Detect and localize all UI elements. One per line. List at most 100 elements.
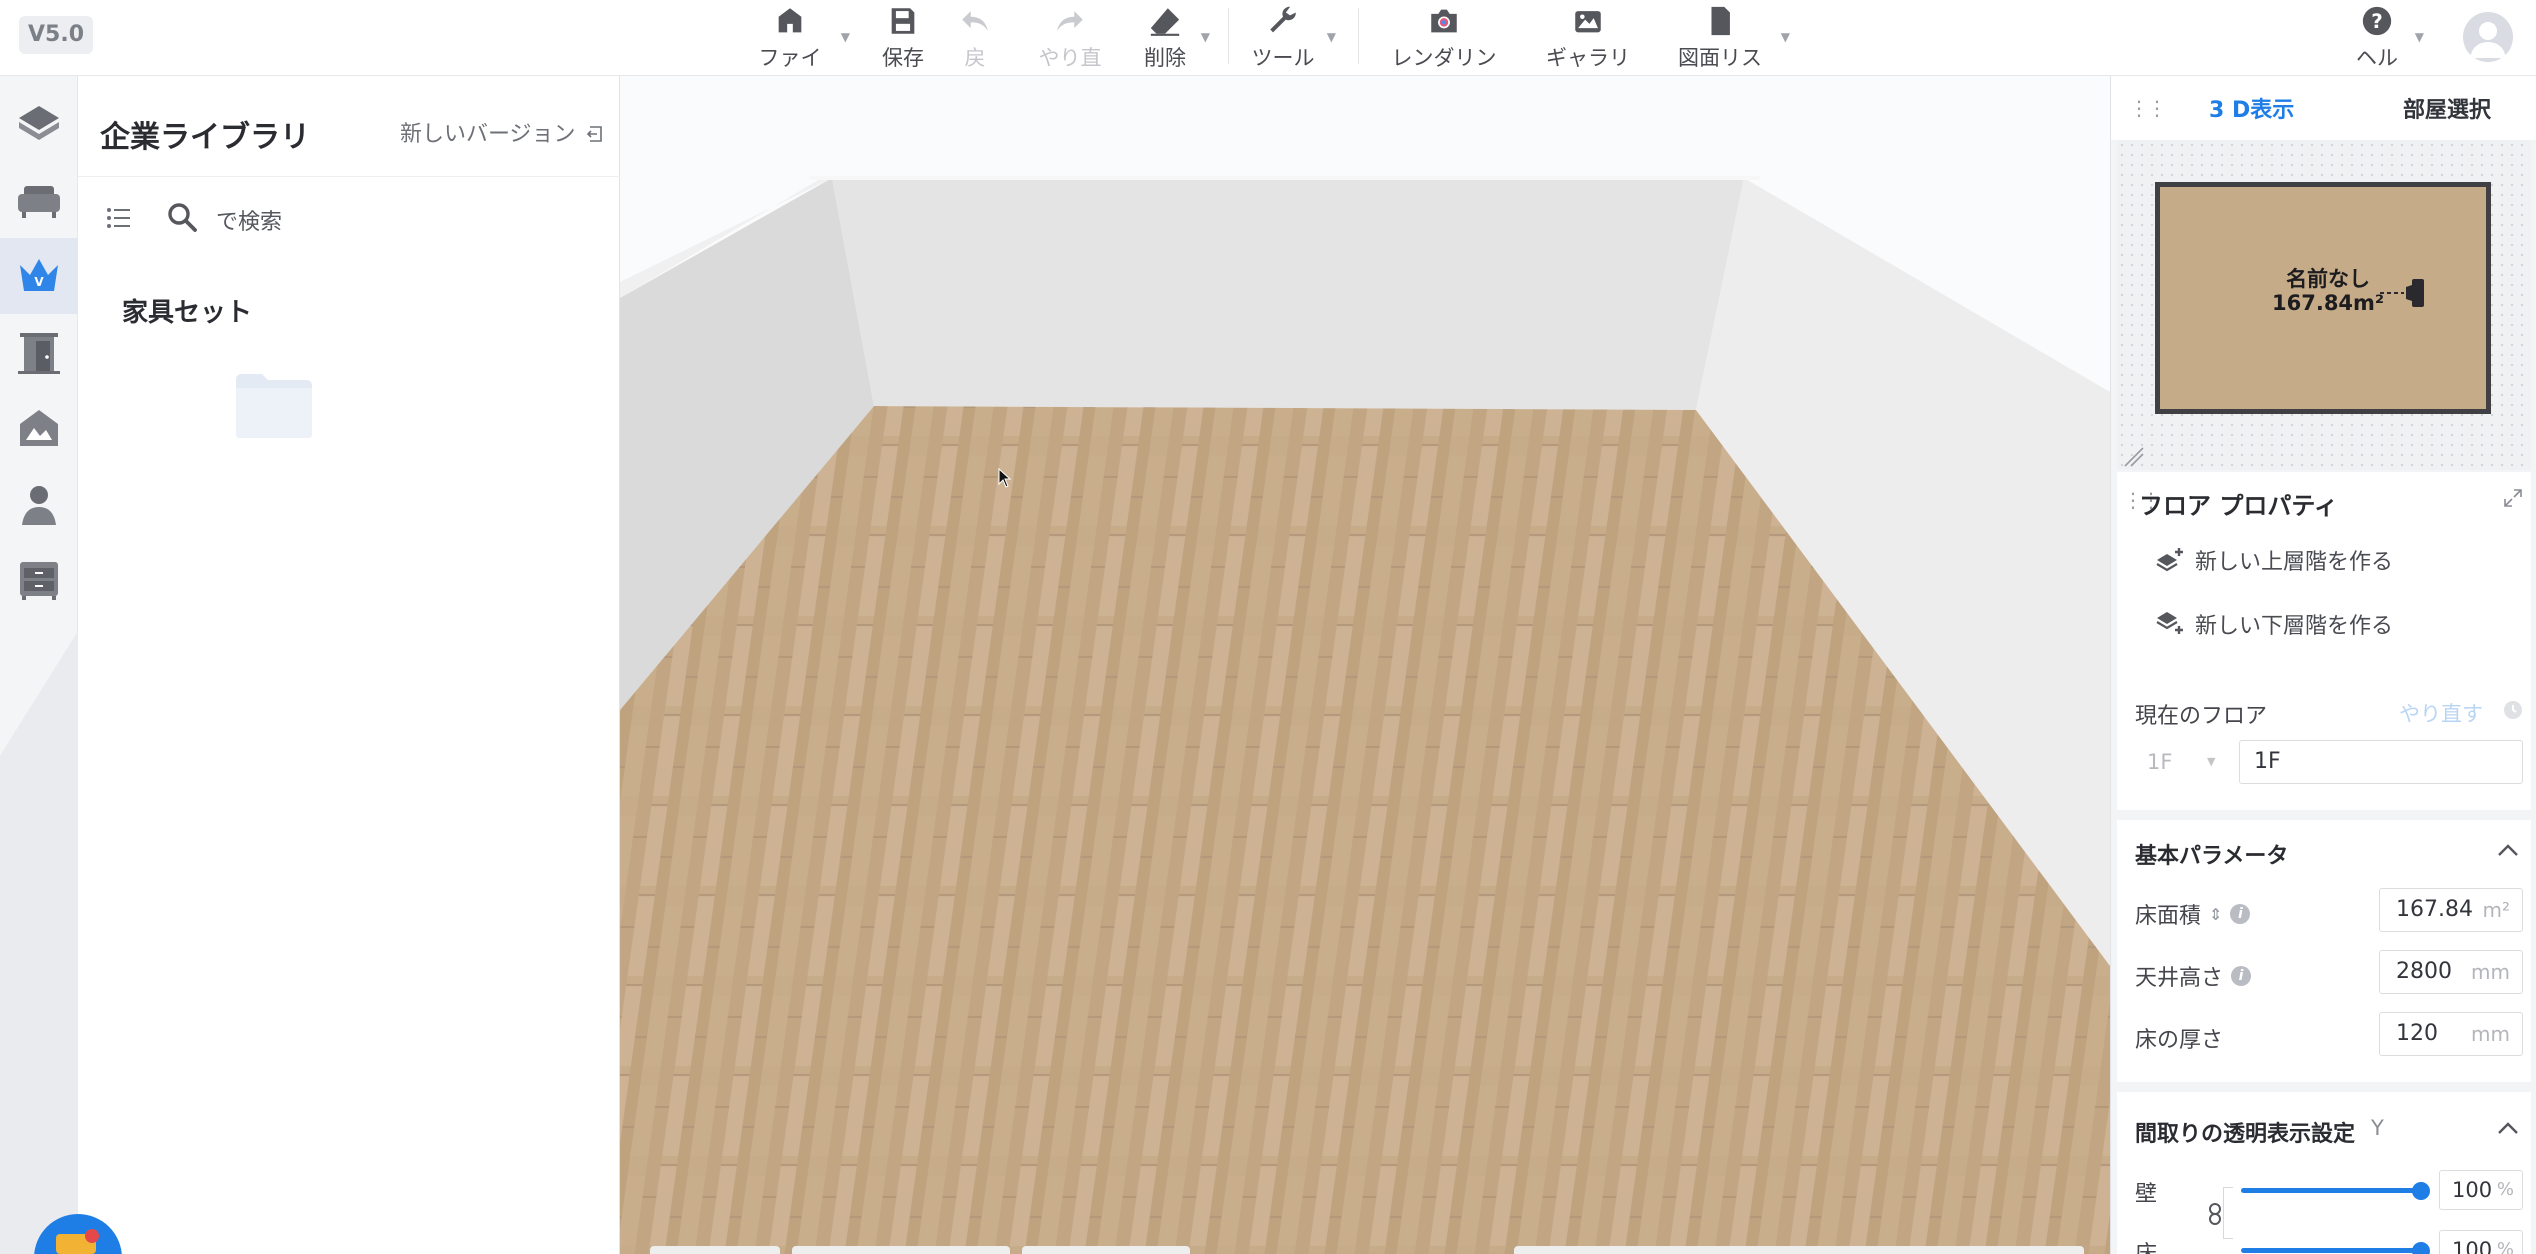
assistant-fab[interactable] [34, 1214, 122, 1254]
library-panel: 企業ライブラリ 新しいバージョン 家具セット [78, 76, 620, 1254]
person-icon [22, 486, 56, 525]
chevron-down-icon: ▼ [2414, 30, 2424, 44]
tab-room-select[interactable]: 部屋選択 [2403, 92, 2491, 124]
eraser-icon [1150, 8, 1180, 36]
avatar[interactable] [2463, 12, 2513, 62]
viewport-tab[interactable] [650, 1246, 780, 1254]
help-button[interactable]: ? ヘルプ ▼ [2350, 4, 2424, 100]
rail-item-people[interactable] [0, 466, 78, 542]
image-icon [1575, 11, 1601, 33]
sort-icon[interactable]: ⇕ [2209, 905, 2222, 924]
wrench-icon [1270, 6, 1296, 33]
info-icon[interactable]: i [2230, 904, 2251, 924]
delete-button[interactable]: 削除 ▼ [1140, 4, 1210, 72]
redo-icon [1057, 11, 1083, 31]
3d-viewport[interactable] [620, 76, 2110, 1254]
chevron-up-icon[interactable] [2497, 842, 2519, 858]
new-lower-floor-button[interactable]: 新しい下層階を作る [2153, 608, 2393, 640]
floor-opacity-slider-handle[interactable] [2412, 1242, 2430, 1254]
add-layer-up-icon [2156, 548, 2183, 572]
new-version-link[interactable]: 新しいバージョン [400, 116, 605, 148]
floor-thickness-input[interactable]: 120 mm [2379, 1012, 2523, 1056]
chevron-down-icon: ▼ [1200, 30, 1210, 44]
save-icon [891, 8, 915, 34]
search-icon [168, 203, 197, 232]
basic-params-title: 基本パラメータ [2135, 844, 2289, 869]
gallery-button[interactable]: ギャラリー [1538, 4, 1638, 100]
category-rail: V [0, 76, 78, 1254]
list-view-icon[interactable] [106, 206, 132, 230]
chevron-down-icon: ▼ [1780, 30, 1790, 44]
toolbar-divider [1228, 8, 1229, 64]
file-menu-button[interactable]: ファイル ▼ [750, 4, 850, 100]
chevron-down-icon: ▼ [2207, 755, 2216, 768]
room-shape[interactable]: 名前なし 167.84m² [2155, 182, 2491, 414]
section-furniture-sets: 家具セット [122, 298, 253, 328]
camera-marker-icon[interactable] [2380, 273, 2426, 313]
floor-opacity-slider[interactable] [2241, 1248, 2421, 1253]
ceiling-height-input[interactable]: 2800 mm [2379, 950, 2523, 994]
redo-floor-link[interactable]: やり直す [2399, 698, 2483, 728]
search-input[interactable] [216, 202, 586, 242]
right-panel: ⋮⋮ 3 D表示 部屋選択 名前なし 167.84m² ⋮⋮ フロア プロパティ… [2110, 76, 2536, 1254]
floor-select[interactable]: 1F ▼ [2135, 740, 2233, 784]
wall-opacity-slider[interactable] [2241, 1188, 2421, 1193]
rendering-button[interactable]: レンダリング [1382, 4, 1506, 100]
save-button[interactable]: 保存 [880, 4, 926, 72]
expand-icon[interactable] [2503, 488, 2523, 508]
wall-opacity-slider-handle[interactable] [2412, 1182, 2430, 1200]
toolbar-divider [1358, 8, 1359, 64]
floor-area-label: 床面積 ⇕ i [2135, 898, 2251, 930]
rail-background-fold [0, 631, 78, 1254]
tools-menu-button[interactable]: ツール ▼ [1250, 4, 1336, 72]
home-icon [778, 8, 802, 33]
floor-name-input[interactable]: 1F [2239, 740, 2523, 784]
model-icon [19, 106, 59, 140]
drawing-list-button[interactable]: 図面リスト ▼ [1670, 4, 1790, 100]
redo-button[interactable]: やり直す [1030, 4, 1110, 100]
minimap[interactable]: 名前なし 167.84m² [2117, 140, 2531, 470]
folder-icon[interactable] [234, 372, 314, 440]
rail-item-furniture[interactable] [0, 162, 78, 238]
tab-3d-view[interactable]: 3 D表示 [2209, 92, 2294, 124]
info-icon[interactable]: i [2231, 966, 2252, 986]
rail-item-cabinets[interactable] [0, 542, 78, 618]
wall-top-edge [810, 176, 1760, 180]
section-divider [2117, 810, 2531, 820]
viewport-tab[interactable] [1514, 1246, 2084, 1254]
document-icon [1711, 6, 1730, 36]
link-icon[interactable] [2207, 1202, 2223, 1226]
floor-properties-panel: ⋮⋮ フロア プロパティ 新しい上層階を作る 新しい下層階を作る 現在のフロア … [2117, 472, 2531, 1254]
door-icon [18, 333, 60, 374]
crown-icon: V [20, 259, 58, 291]
new-upper-floor-button[interactable]: 新しい上層階を作る [2153, 544, 2393, 576]
history-icon[interactable] [2503, 700, 2523, 720]
viewport-tab[interactable] [1022, 1246, 1190, 1254]
resize-handle-icon[interactable] [2123, 446, 2145, 468]
viewport-tab[interactable] [792, 1246, 1010, 1254]
room-label: 名前なし 167.84m² [2272, 267, 2385, 315]
floor-opacity-input[interactable]: 100 % [2439, 1230, 2523, 1254]
rail-item-model[interactable] [0, 86, 78, 162]
library-divider [78, 176, 620, 177]
link-bracket [2223, 1187, 2233, 1239]
rail-item-enterprise-library[interactable]: V [0, 238, 78, 314]
ceiling-height-label: 天井高さ i [2135, 960, 2252, 992]
back-wall [832, 178, 1744, 410]
floor-area-input[interactable]: 167.84 m² [2379, 888, 2523, 932]
svg-text:?: ? [2371, 10, 2383, 33]
undo-button[interactable]: 戻す [955, 4, 995, 100]
exit-icon [586, 126, 602, 142]
wall-opacity-input[interactable]: 100 % [2439, 1170, 2523, 1210]
section-divider [2117, 1082, 2531, 1092]
chevron-up-icon[interactable] [2497, 1120, 2519, 1136]
sofa-icon [18, 186, 60, 218]
cabinet-icon [20, 562, 58, 600]
terrain-icon [20, 410, 58, 446]
y-shortcut-label: Y [2371, 1116, 2384, 1140]
floor-properties-title: フロア プロパティ [2139, 492, 2338, 520]
rail-item-doors[interactable] [0, 314, 78, 390]
rail-item-terrain[interactable] [0, 390, 78, 466]
wall-label: 壁 [2135, 1182, 2158, 1207]
drag-handle-icon[interactable]: ⋮⋮ [2129, 96, 2167, 120]
